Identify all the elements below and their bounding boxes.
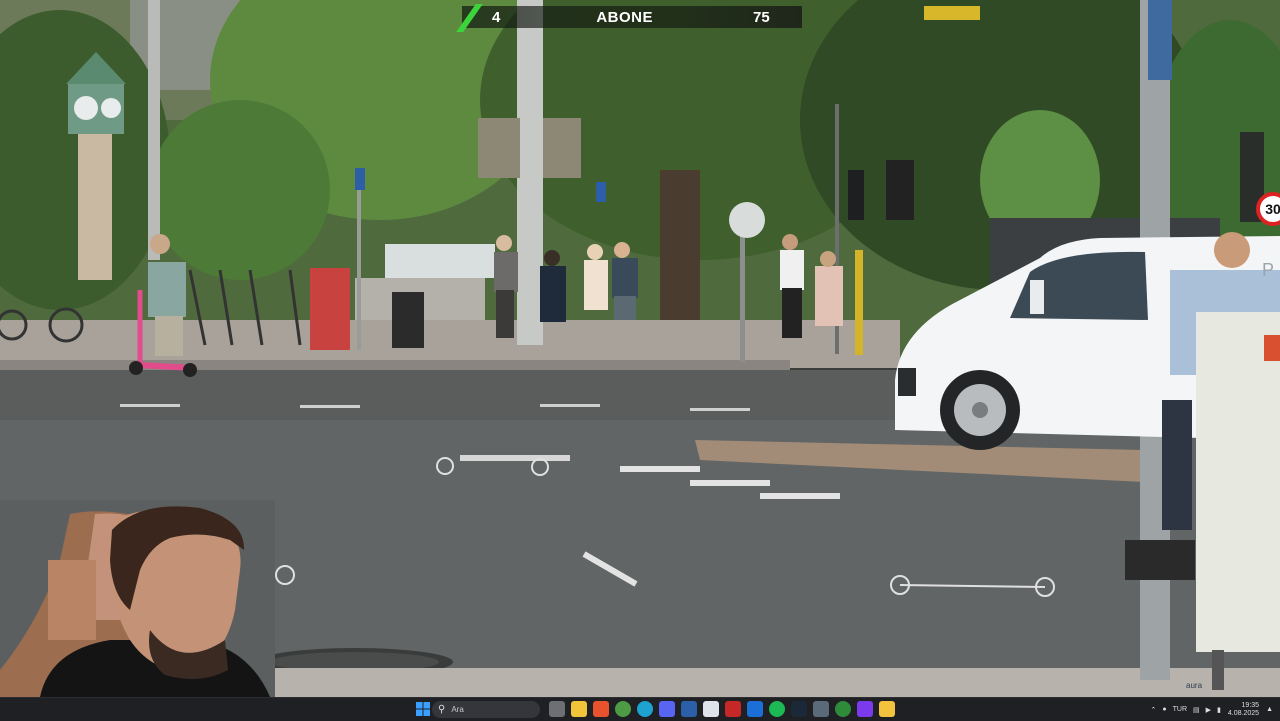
speed-limit-value: 30 <box>1265 201 1280 217</box>
volume-icon[interactable]: ▶ <box>1206 706 1211 714</box>
van-label: P <box>1262 260 1275 280</box>
subscriber-goal-overlay: 4 ABONE 75 <box>462 6 802 28</box>
microphone-icon[interactable]: ● <box>1162 706 1166 713</box>
purple-app-icon[interactable] <box>857 701 873 717</box>
chevron-up-icon[interactable]: ⌃ <box>1151 706 1157 714</box>
windows-taskbar: ⚲ Ara ⌃ ● TUR ▤ ▶ ▮ 19:35 4.08.2025 ▲ <box>0 697 1280 721</box>
taskbar-clock[interactable]: 19:35 4.08.2025 <box>1228 702 1259 718</box>
clock-time: 19:35 <box>1241 701 1260 709</box>
edge-icon[interactable] <box>637 701 653 717</box>
taskbar-app-icons <box>546 701 898 717</box>
file-explorer-icon[interactable] <box>571 701 587 717</box>
brave-browser-icon[interactable] <box>593 701 609 717</box>
spotify-icon[interactable] <box>769 701 785 717</box>
monitor-app-icon[interactable] <box>681 701 697 717</box>
green-slash-icon <box>458 6 478 28</box>
overlay-title: ABONE <box>596 8 654 26</box>
webcam-feed <box>0 500 275 697</box>
windows-start-icon[interactable] <box>415 701 431 717</box>
notification-icon[interactable]: ▲ <box>1266 706 1273 713</box>
watermark: aura <box>1186 681 1203 690</box>
overlay-right-count: 75 <box>753 8 770 26</box>
folder-icon[interactable] <box>879 701 895 717</box>
search-placeholder: Ara <box>451 705 464 714</box>
task-view-icon[interactable] <box>549 701 565 717</box>
system-tray: ⌃ ● TUR ▤ ▶ ▮ 19:35 4.08.2025 ▲ <box>1148 698 1276 721</box>
battery-icon[interactable]: ▮ <box>1217 706 1221 714</box>
discord-icon[interactable] <box>659 701 675 717</box>
network-icon[interactable]: ▤ <box>1193 706 1200 714</box>
xbox-icon[interactable] <box>835 701 851 717</box>
streamer-webcam <box>0 500 275 697</box>
taskbar-search-box[interactable]: ⚲ Ara <box>432 701 540 718</box>
red-app-icon[interactable] <box>725 701 741 717</box>
overlay-left-count: 4 <box>492 8 501 26</box>
steam-icon[interactable] <box>791 701 807 717</box>
document-app-icon[interactable] <box>703 701 719 717</box>
settings-app-icon[interactable] <box>813 701 829 717</box>
chrome-icon[interactable] <box>615 701 631 717</box>
blue-app-icon[interactable] <box>747 701 763 717</box>
clock-date: 4.08.2025 <box>1227 709 1260 717</box>
search-icon: ⚲ <box>438 704 446 715</box>
language-indicator[interactable]: TUR <box>1173 706 1187 713</box>
